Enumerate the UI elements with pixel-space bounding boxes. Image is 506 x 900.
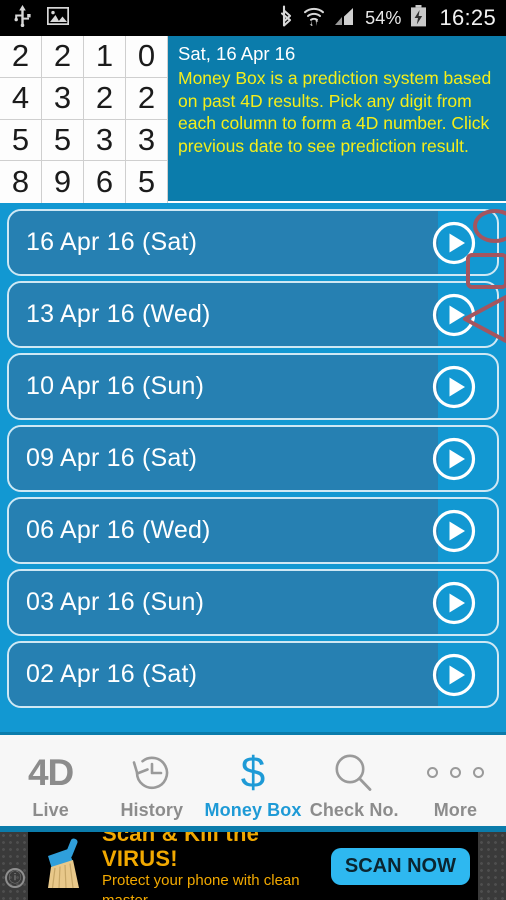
- dot: [449, 767, 461, 778]
- tab-label: Check No.: [309, 799, 399, 820]
- digit-cell[interactable]: 6: [84, 161, 126, 203]
- more-dots-icon: [426, 749, 484, 797]
- list-item[interactable]: 10 Apr 16 (Sun): [7, 353, 499, 420]
- digit-cell[interactable]: 2: [42, 36, 84, 78]
- list-item[interactable]: 13 Apr 16 (Wed): [7, 281, 499, 348]
- clock-label: 16:25: [439, 5, 496, 30]
- list-item-label: 09 Apr 16 (Sat): [26, 444, 198, 472]
- date-list[interactable]: 16 Apr 16 (Sat) 13 Apr 16 (Wed) 10 Apr 1…: [0, 203, 506, 732]
- digit-cell[interactable]: 9: [42, 161, 84, 203]
- selected-date-label: Sat, 16 Apr 16: [178, 43, 296, 64]
- usb-icon: [14, 4, 31, 32]
- bluetooth-icon: [280, 4, 294, 32]
- history-clock-icon: [129, 749, 175, 797]
- battery-percent-label: 54%: [365, 7, 402, 28]
- ad-text: Scan & Kill the VIRUS! Protect your phon…: [102, 832, 331, 900]
- search-icon: [331, 749, 377, 797]
- cellular-signal-icon: [334, 6, 356, 31]
- tab-money-box[interactable]: $ Money Box: [202, 735, 303, 830]
- tab-label: Money Box: [204, 799, 302, 820]
- ad-right-pattern: [478, 832, 506, 900]
- tab-more[interactable]: More: [405, 735, 506, 830]
- play-icon[interactable]: [432, 365, 476, 409]
- digit-cell[interactable]: 2: [126, 77, 168, 120]
- status-bar: 54% 16:25: [0, 0, 506, 36]
- digit-cell[interactable]: 0: [126, 36, 168, 78]
- tab-label: History: [120, 799, 184, 820]
- play-icon[interactable]: [432, 653, 476, 697]
- digit-cell[interactable]: 4: [0, 77, 42, 120]
- list-item[interactable]: 06 Apr 16 (Wed): [7, 497, 499, 564]
- digit-cell[interactable]: 5: [0, 119, 42, 162]
- digit-cell[interactable]: 5: [126, 161, 168, 203]
- tab-label: Live: [32, 799, 69, 820]
- ad-left-pattern: [0, 832, 28, 900]
- ad-headline: Scan & Kill the VIRUS!: [102, 832, 260, 871]
- play-icon[interactable]: [432, 221, 476, 265]
- gallery-icon: [46, 6, 70, 30]
- digit-cell[interactable]: 3: [84, 119, 126, 162]
- list-item[interactable]: 16 Apr 16 (Sat): [7, 209, 499, 276]
- tab-label: More: [433, 799, 478, 820]
- dot: [472, 767, 484, 778]
- list-item-label: 10 Apr 16 (Sun): [26, 372, 205, 400]
- bottom-tab-bar[interactable]: 4D Live History $ Money Box Check No. Mo…: [0, 732, 506, 830]
- phone-screen: 54% 16:25 2 2 1 0 4 3 2 2 5 5 3 3 8 9 6 …: [0, 0, 506, 900]
- play-icon[interactable]: [432, 581, 476, 625]
- list-item[interactable]: 03 Apr 16 (Sun): [7, 569, 499, 636]
- dollar-glyph: $: [240, 747, 266, 797]
- digit-cell[interactable]: 3: [42, 77, 84, 120]
- ad-subline: Protect your phone with clean master: [102, 872, 300, 900]
- status-bar-left: [14, 4, 70, 32]
- list-item-label: 06 Apr 16 (Wed): [26, 516, 211, 544]
- 4d-icon: 4D: [27, 749, 74, 797]
- digit-cell[interactable]: 1: [84, 36, 126, 78]
- dollar-icon: $: [241, 749, 265, 797]
- digit-cell[interactable]: 3: [126, 119, 168, 162]
- list-item[interactable]: 02 Apr 16 (Sat): [7, 641, 499, 708]
- list-item-label: 03 Apr 16 (Sun): [26, 588, 205, 616]
- play-icon[interactable]: [432, 437, 476, 481]
- info-description: Money Box is a prediction system based o…: [178, 68, 492, 156]
- digit-grid[interactable]: 2 2 1 0 4 3 2 2 5 5 3 3 8 9 6 5: [0, 36, 168, 203]
- digit-cell[interactable]: 2: [0, 36, 42, 78]
- digit-cell[interactable]: 5: [42, 119, 84, 162]
- tab-check-no[interactable]: Check No.: [304, 735, 405, 830]
- list-item-label: 02 Apr 16 (Sat): [26, 660, 198, 688]
- status-bar-right: 54% 16:25: [280, 4, 496, 32]
- broom-icon: [38, 836, 92, 897]
- list-item-label: 16 Apr 16 (Sat): [26, 228, 198, 256]
- digit-cell[interactable]: 2: [84, 77, 126, 120]
- scan-now-button[interactable]: SCAN NOW: [330, 847, 470, 885]
- tab-history[interactable]: History: [101, 735, 202, 830]
- play-icon[interactable]: [432, 509, 476, 553]
- list-item-label: 13 Apr 16 (Wed): [26, 300, 211, 328]
- digit-cell[interactable]: 8: [0, 161, 42, 203]
- battery-charging-icon: [410, 4, 427, 32]
- prediction-header: 2 2 1 0 4 3 2 2 5 5 3 3 8 9 6 5 Sat, 16 …: [0, 36, 506, 203]
- list-item[interactable]: 09 Apr 16 (Sat): [7, 425, 499, 492]
- 4d-glyph: 4D: [27, 751, 74, 793]
- ad-banner[interactable]: ⓘ Scan & Kill the VIRUS! Protect your ph…: [0, 832, 506, 900]
- ad-info-icon[interactable]: ⓘ: [5, 868, 25, 888]
- ad-body[interactable]: Scan & Kill the VIRUS! Protect your phon…: [28, 832, 478, 900]
- tab-live[interactable]: 4D Live: [0, 735, 101, 830]
- play-icon[interactable]: [432, 293, 476, 337]
- info-panel: Sat, 16 Apr 16 Money Box is a prediction…: [168, 36, 506, 201]
- wifi-icon: [303, 6, 325, 31]
- dot: [426, 767, 438, 778]
